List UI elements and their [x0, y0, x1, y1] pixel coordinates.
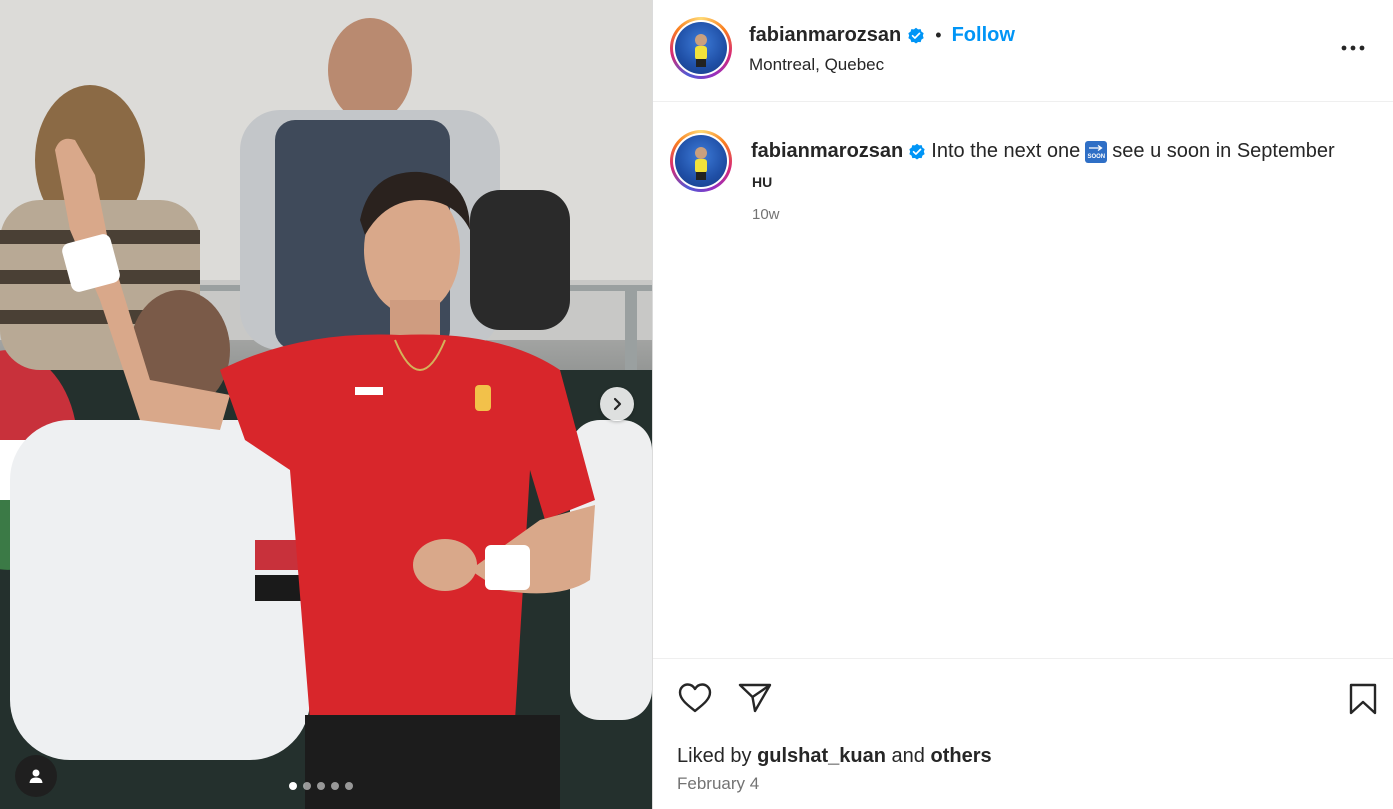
- likes-summary: Liked by gulshat_kuan and others: [677, 745, 992, 768]
- arrow-icon: [1089, 144, 1103, 151]
- avatar[interactable]: [670, 17, 732, 79]
- liked-by-others-link[interactable]: others: [930, 745, 991, 767]
- verified-badge-icon: [909, 143, 925, 160]
- bookmark-icon: [1349, 683, 1377, 715]
- post-details-panel: fabianmarozsan • Follow Montreal, Quebec: [653, 0, 1393, 809]
- caption-text-end: see u soon in September: [1112, 140, 1335, 162]
- heart-icon: [678, 683, 712, 713]
- more-options-icon: [1341, 45, 1365, 51]
- avatar-image: [695, 34, 707, 67]
- location-link[interactable]: Montreal, Quebec: [749, 55, 884, 75]
- verified-badge-icon: [908, 27, 924, 44]
- liked-by-and: and: [891, 745, 925, 767]
- post-media[interactable]: [0, 0, 652, 809]
- soon-emoji-label: SOON: [1087, 153, 1106, 160]
- carousel-dot: [345, 782, 353, 790]
- caption-country: HU: [752, 174, 773, 190]
- liked-by-user-link[interactable]: gulshat_kuan: [757, 745, 886, 767]
- follow-button[interactable]: Follow: [952, 24, 1015, 47]
- post-header: fabianmarozsan • Follow Montreal, Quebec: [653, 0, 1393, 102]
- caption-avatar[interactable]: [670, 130, 732, 192]
- carousel-dot: [317, 782, 325, 790]
- user-tag-icon: [29, 769, 43, 783]
- separator-dot: •: [935, 25, 942, 45]
- like-button[interactable]: [677, 682, 713, 719]
- chevron-right-icon: [613, 397, 622, 411]
- carousel-dot: [289, 782, 297, 790]
- carousel-dot: [331, 782, 339, 790]
- post-photo: [0, 0, 652, 809]
- caption-timestamp[interactable]: 10w: [752, 206, 780, 223]
- more-options-button[interactable]: [1337, 36, 1369, 60]
- carousel-indicator: [289, 782, 353, 790]
- caption-text: Into the next one: [931, 140, 1081, 162]
- username-link[interactable]: fabianmarozsan: [749, 24, 901, 47]
- tagged-users-button[interactable]: [15, 755, 57, 797]
- liked-by-prefix: Liked by: [677, 745, 752, 767]
- carousel-next-button[interactable]: [600, 387, 634, 421]
- soon-arrow-emoji: SOON: [1085, 140, 1108, 163]
- caption-username-link[interactable]: fabianmarozsan: [751, 140, 903, 163]
- share-button[interactable]: [738, 682, 772, 719]
- post-date[interactable]: February 4: [677, 774, 759, 794]
- post-footer: Liked by gulshat_kuan and others Februar…: [653, 658, 1393, 809]
- save-button[interactable]: [1348, 683, 1378, 720]
- carousel-dot: [303, 782, 311, 790]
- avatar-image: [695, 147, 707, 180]
- send-icon: [738, 683, 772, 713]
